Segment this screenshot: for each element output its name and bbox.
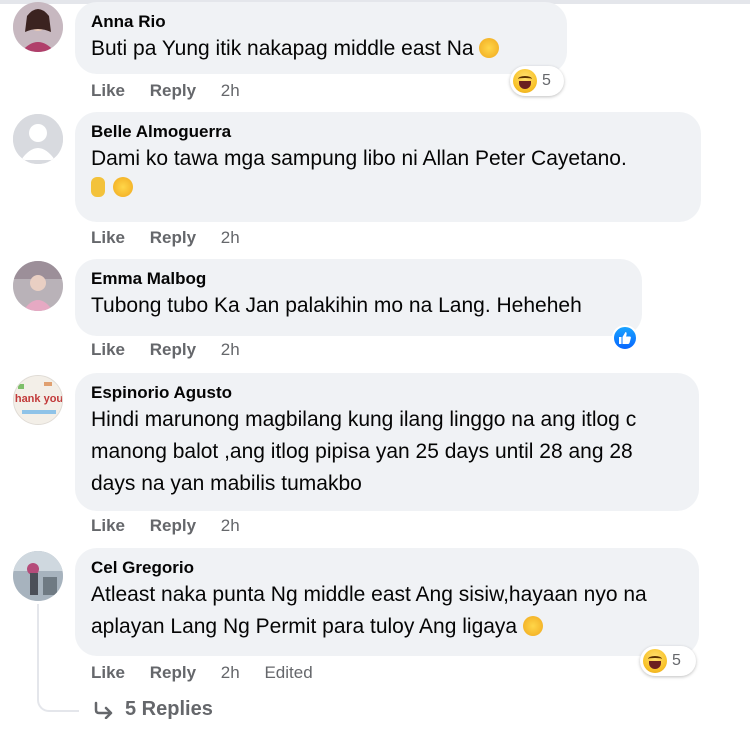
comment-text: Dami ko tawa mga sampung libo ni Allan P…: [91, 147, 627, 170]
comment-bubble: Emma Malbog Tubong tubo Ka Jan palakihin…: [75, 259, 642, 336]
like-button[interactable]: Like: [91, 228, 125, 247]
avatar-caption: hank you: [14, 393, 63, 405]
haha-reaction-icon: [513, 69, 537, 93]
comment-actions: Like Reply 2h: [91, 340, 260, 360]
commenter-name[interactable]: Cel Gregorio: [91, 557, 683, 579]
smiling-emoji: [522, 616, 543, 636]
comment-text: Buti pa Yung itik nakapag middle east Na: [91, 33, 551, 65]
comment-bubble: Anna Rio Buti pa Yung itik nakapag middl…: [75, 2, 567, 74]
reply-button[interactable]: Reply: [150, 81, 196, 100]
commenter-name[interactable]: Belle Almoguerra: [91, 121, 685, 143]
like-reaction-icon[interactable]: [612, 325, 638, 351]
comment-text: Tubong tubo Ka Jan palakihin mo na Lang.…: [91, 294, 582, 317]
rolling-laughing-emoji: [479, 38, 500, 58]
comment-timestamp[interactable]: 2h: [221, 340, 240, 359]
avatar-photo-icon: [13, 2, 63, 52]
reaction-count: 5: [672, 652, 681, 669]
reply-button[interactable]: Reply: [150, 340, 196, 359]
commenter-name[interactable]: Anna Rio: [91, 11, 551, 33]
comment-timestamp[interactable]: 2h: [221, 663, 240, 682]
default-avatar-icon: [13, 114, 63, 164]
rolling-laughing-emoji: [113, 177, 134, 197]
comment-actions: Like Reply 2h: [91, 81, 260, 101]
comment-timestamp[interactable]: 2h: [221, 81, 240, 100]
edited-label[interactable]: Edited: [264, 663, 312, 682]
commenter-name[interactable]: Espinorio Agusto: [91, 382, 683, 404]
thumbs-up-icon: [619, 332, 631, 344]
comment-bubble: Belle Almoguerra Dami ko tawa mga sampun…: [75, 112, 701, 222]
comment-actions: Like Reply 2h: [91, 516, 260, 536]
reply-thread-line: [37, 604, 79, 712]
comment-bubble: Cel Gregorio Atleast naka punta Ng middl…: [75, 548, 699, 656]
comment-text: Hindi marunong magbilang kung ilang ling…: [91, 408, 637, 495]
avatar[interactable]: [13, 2, 63, 52]
avatar[interactable]: [13, 114, 63, 164]
like-button[interactable]: Like: [91, 340, 125, 359]
avatar-photo-icon: [13, 261, 63, 311]
replies-count-label: 5 Replies: [125, 698, 213, 720]
like-button[interactable]: Like: [91, 516, 125, 535]
view-replies-link[interactable]: 5 Replies: [93, 698, 213, 721]
comment-emojis: [91, 177, 685, 199]
reaction-count: 5: [542, 72, 551, 89]
reply-button[interactable]: Reply: [150, 516, 196, 535]
victory-hand-emoji: [91, 177, 105, 197]
reaction-summary[interactable]: 5: [510, 66, 564, 96]
reply-button[interactable]: Reply: [150, 663, 196, 682]
reaction-summary[interactable]: 5: [640, 646, 696, 676]
comment-actions: Like Reply 2h Edited: [91, 663, 333, 683]
comment-text-content: Atleast naka punta Ng middle east Ang si…: [91, 583, 647, 638]
comment-actions: Like Reply 2h: [91, 228, 260, 248]
avatar[interactable]: [13, 261, 63, 311]
like-button[interactable]: Like: [91, 81, 125, 100]
comment-timestamp[interactable]: 2h: [221, 516, 240, 535]
like-button[interactable]: Like: [91, 663, 125, 682]
avatar-photo-icon: [13, 551, 63, 601]
haha-reaction-icon: [643, 649, 667, 673]
comment-text: Atleast naka punta Ng middle east Ang si…: [91, 579, 681, 643]
comment-text-content: Buti pa Yung itik nakapag middle east Na: [91, 37, 474, 60]
reply-arrow-icon: [94, 701, 113, 719]
avatar[interactable]: hank you: [13, 375, 63, 425]
comment-timestamp[interactable]: 2h: [221, 228, 240, 247]
comment-bubble: Espinorio Agusto Hindi marunong magbilan…: [75, 373, 699, 511]
avatar[interactable]: [13, 551, 63, 601]
commenter-name[interactable]: Emma Malbog: [91, 268, 626, 290]
reply-button[interactable]: Reply: [150, 228, 196, 247]
